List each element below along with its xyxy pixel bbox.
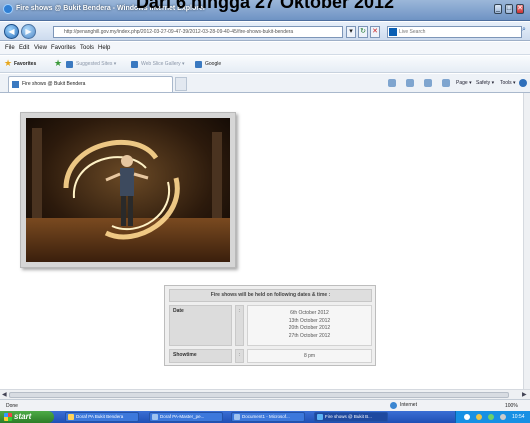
home-icon[interactable]: [388, 79, 396, 87]
favorites-bar: ★ Favorites ★ Suggested Sites ▾ Web Slic…: [0, 56, 530, 73]
status-text: Done: [6, 403, 18, 409]
web-slice-gallery-link[interactable]: Web Slice Gallery ▾: [141, 61, 185, 67]
clock: 10:54: [512, 414, 525, 420]
date-value-2: 13th October 2012: [288, 317, 331, 324]
menu-tools[interactable]: Tools: [80, 45, 94, 51]
page-menu[interactable]: Page ▾: [456, 80, 472, 86]
date-value-3: 20th October 2012: [288, 325, 331, 331]
fire-show-photo: [26, 118, 230, 262]
back-button[interactable]: ◀: [4, 24, 19, 39]
forward-button[interactable]: ▶: [21, 24, 36, 39]
schedule-table-header: Fire shows will be held on following dat…: [169, 289, 372, 302]
mail-icon[interactable]: [424, 79, 432, 87]
fire-show-photo-frame: [20, 112, 236, 268]
date-values: 6th October 2012 13th October 2012 20th …: [247, 305, 372, 346]
suggested-sites-icon: [66, 61, 73, 68]
fire-show-schedule-table: Fire shows will be held on following dat…: [164, 285, 376, 366]
windows-taskbar: start Doraf PA Bukit Bendera Doraf PA-Ma…: [0, 411, 530, 423]
windows-flag-icon: [4, 413, 12, 421]
menu-file[interactable]: File: [5, 45, 15, 51]
overlay-headline: Dari 6 hingga 27 Oktober 2012: [135, 0, 395, 12]
feeds-icon[interactable]: [406, 79, 414, 87]
google-link[interactable]: Google: [205, 61, 221, 67]
showtime-label: Showtime: [169, 349, 232, 363]
tab-fire-shows[interactable]: Fire shows @ Bukit Bendera: [8, 76, 173, 92]
favorites-star-icon: ★: [4, 58, 13, 68]
scroll-right-arrow-icon[interactable]: ▶: [522, 391, 527, 399]
web-slice-icon: [131, 61, 138, 68]
zoom-level[interactable]: 100%: [505, 403, 518, 409]
date-value-1: 6th October 2012: [290, 310, 329, 316]
taskbar-item-label: Document1 - Microsof...: [242, 414, 290, 419]
start-button[interactable]: start: [0, 411, 54, 423]
new-tab-button[interactable]: [175, 77, 187, 91]
add-favorite-icon[interactable]: ★: [54, 59, 62, 68]
menu-help[interactable]: Help: [98, 45, 110, 51]
internet-explorer-icon: [317, 414, 323, 420]
taskbar-item-label: Fire shows @ Bukit B...: [325, 414, 372, 419]
safety-menu[interactable]: Safety ▾: [476, 80, 494, 86]
taskbar-item-label: Doraf PA-Master_pe...: [160, 414, 205, 419]
search-input[interactable]: [387, 26, 522, 38]
start-label: start: [14, 412, 32, 421]
security-zone: Internet: [400, 402, 417, 408]
vertical-scrollbar[interactable]: [523, 93, 530, 389]
date-label: Date: [169, 305, 232, 346]
tab-favicon-icon: [12, 81, 19, 88]
stop-button[interactable]: ✕: [370, 26, 380, 38]
address-bar: ◀ ▶ ▾ ↻ ✕ ⌕: [0, 22, 530, 41]
system-tray: 10:54: [455, 411, 530, 423]
help-icon[interactable]: [519, 79, 527, 87]
search-button[interactable]: ⌕: [522, 26, 526, 34]
showtime-separator: :: [235, 349, 244, 363]
print-icon[interactable]: [442, 79, 450, 87]
url-field[interactable]: [53, 26, 343, 38]
notification-tray-icon[interactable]: [476, 414, 482, 420]
suggested-sites-link[interactable]: Suggested Sites ▾: [76, 61, 116, 67]
tab-label: Fire shows @ Bukit Bendera: [22, 81, 86, 87]
live-search-logo-icon: [389, 28, 397, 36]
horizontal-scroll-thumb[interactable]: [9, 392, 509, 398]
volume-tray-icon[interactable]: [500, 414, 506, 420]
menu-view[interactable]: View: [34, 45, 47, 51]
internet-zone-globe-icon: [390, 402, 397, 409]
favorites-button[interactable]: Favorites: [14, 61, 36, 67]
document-icon: [152, 414, 158, 420]
taskbar-item-label: Doraf PA Bukit Bendera: [76, 414, 124, 419]
taskbar-item-1[interactable]: Doraf PA Bukit Bendera: [65, 412, 139, 422]
menu-bar: File Edit View Favorites Tools Help: [0, 42, 530, 55]
google-icon: [195, 61, 202, 68]
refresh-button[interactable]: ↻: [358, 26, 368, 38]
folder-icon: [68, 414, 74, 420]
taskbar-item-2[interactable]: Doraf PA-Master_pe...: [149, 412, 223, 422]
date-separator: :: [235, 305, 244, 346]
taskbar-item-4[interactable]: Fire shows @ Bukit B...: [314, 412, 388, 422]
menu-edit[interactable]: Edit: [19, 45, 29, 51]
help-tray-icon[interactable]: [464, 414, 470, 420]
tools-menu[interactable]: Tools ▾: [500, 80, 516, 86]
word-icon: [234, 414, 240, 420]
tab-bar: Fire shows @ Bukit Bendera Page ▾ Safety…: [0, 74, 530, 93]
scroll-left-arrow-icon[interactable]: ◀: [2, 391, 7, 399]
network-tray-icon[interactable]: [488, 414, 494, 420]
date-value-4: 27th October 2012: [288, 332, 331, 339]
showtime-value: 8 pm: [247, 349, 372, 363]
status-bar: Done Internet 100%: [0, 399, 530, 411]
address-dropdown-button[interactable]: ▾: [346, 26, 356, 38]
menu-favorites[interactable]: Favorites: [51, 45, 76, 51]
horizontal-scrollbar[interactable]: ◀ ▶: [0, 389, 530, 399]
taskbar-item-3[interactable]: Document1 - Microsof...: [231, 412, 305, 422]
